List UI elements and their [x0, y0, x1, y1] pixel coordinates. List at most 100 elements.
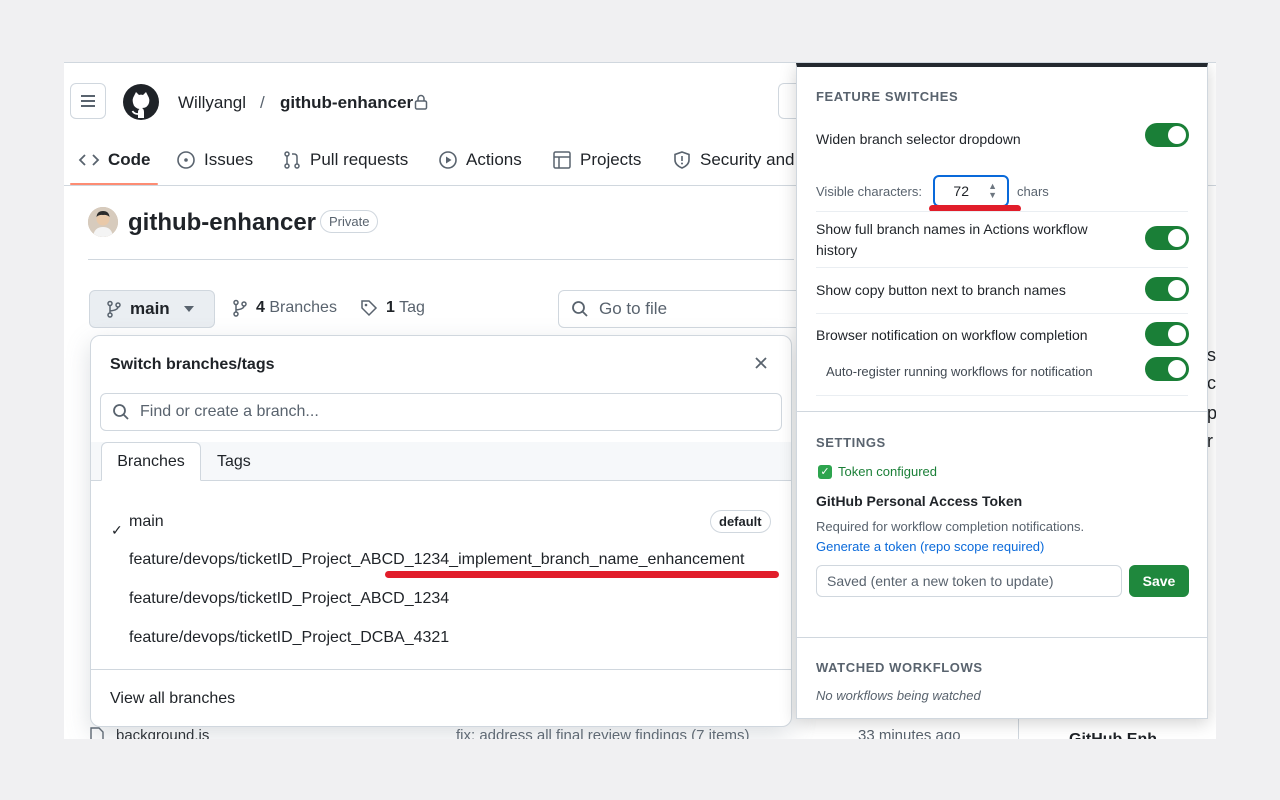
github-logo-icon[interactable] — [122, 83, 160, 121]
visible-chars-value: 72 — [953, 183, 969, 199]
visible-chars-stepper[interactable]: 72 ▲ ▼ — [933, 175, 1009, 207]
branch-selector-button[interactable]: main — [89, 290, 215, 328]
watched-workflows-empty: No workflows being watched — [816, 688, 981, 703]
token-input[interactable]: Saved (enter a new token to update) — [816, 565, 1122, 597]
tab-branches[interactable]: Branches — [101, 442, 201, 481]
tag-count: 1 — [386, 299, 395, 316]
tab-tags[interactable]: Tags — [217, 442, 251, 481]
hamburger-icon — [81, 95, 95, 107]
tab-code[interactable]: Code — [78, 148, 151, 172]
stepper-arrows-icon[interactable]: ▲ ▼ — [988, 182, 997, 200]
active-tab-underline — [70, 183, 158, 185]
tab-pull-requests[interactable]: Pull requests — [282, 148, 408, 172]
tab-issues[interactable]: Issues — [176, 148, 253, 172]
divider — [816, 267, 1188, 268]
tab-actions-label: Actions — [466, 150, 522, 169]
close-icon[interactable] — [754, 356, 768, 370]
code-icon — [78, 154, 100, 166]
chars-unit: chars — [1017, 184, 1049, 199]
watched-workflows-heading: WATCHED WORKFLOWS — [816, 660, 983, 675]
go-to-file-placeholder: Go to file — [599, 299, 668, 318]
owner-avatar[interactable] — [88, 207, 118, 237]
divider — [816, 211, 1188, 212]
search-icon — [113, 404, 129, 420]
breadcrumb-separator: / — [260, 93, 265, 112]
widen-dropdown-toggle[interactable] — [1145, 123, 1189, 147]
about-text-fragment: s — [1207, 345, 1216, 365]
check-box-icon: ✓ — [818, 464, 832, 479]
git-branch-icon — [233, 299, 247, 317]
annotation-underline — [385, 571, 779, 578]
extension-name-fragment: GitHub Enh — [1069, 731, 1157, 739]
shield-icon — [674, 151, 690, 169]
issue-icon — [177, 151, 195, 169]
github-page: Willyangl / github-enhancer Code Issues … — [64, 62, 1216, 739]
branch-item-main[interactable]: main — [129, 513, 164, 531]
lock-icon — [414, 94, 428, 110]
settings-heading: SETTINGS — [816, 435, 886, 450]
auto-register-toggle[interactable] — [1145, 357, 1189, 381]
branches-link[interactable]: 4 Branches — [232, 299, 337, 317]
default-badge: default — [710, 510, 771, 533]
branch-tag-tabs: Branches Tags — [91, 442, 791, 481]
copy-button-toggle[interactable] — [1145, 277, 1189, 301]
tab-projects[interactable]: Projects — [552, 148, 641, 172]
hamburger-menu-button[interactable] — [70, 83, 106, 119]
tags-link[interactable]: 1 Tag — [360, 299, 425, 317]
branch-search-input[interactable]: Find or create a branch... — [100, 393, 782, 431]
divider — [88, 259, 794, 260]
pat-description: Required for workflow completion notific… — [816, 519, 1085, 534]
tab-projects-label: Projects — [580, 150, 642, 169]
git-branch-icon — [107, 300, 121, 318]
table-icon — [553, 151, 571, 169]
repo-owner-link[interactable]: Willyangl — [178, 93, 246, 113]
generate-token-link[interactable]: Generate a token (repo scope required) — [816, 539, 1044, 554]
view-all-branches-link[interactable]: View all branches — [110, 690, 235, 708]
widen-dropdown-label: Widen branch selector dropdown — [816, 131, 1021, 147]
search-icon — [572, 301, 588, 317]
branch-item[interactable]: feature/devops/ticketID_Project_DCBA_432… — [129, 629, 449, 647]
page-title[interactable]: github-enhancer — [128, 209, 316, 237]
section-divider — [797, 411, 1207, 412]
commit-message[interactable]: fix: address all final review findings (… — [456, 727, 749, 739]
checkmark-icon: ✓ — [111, 522, 123, 538]
about-text-fragment: p — [1207, 403, 1216, 424]
tab-issues-label: Issues — [204, 150, 254, 169]
auto-register-label: Auto-register running workflows for noti… — [826, 364, 1093, 379]
current-branch-label: main — [130, 299, 170, 318]
branch-item[interactable]: feature/devops/ticketID_Project_ABCD_123… — [129, 551, 744, 569]
copy-button-label: Show copy button next to branch names — [816, 282, 1066, 298]
divider — [91, 669, 791, 670]
workflow-notification-toggle[interactable] — [1145, 322, 1189, 346]
repo-name-link[interactable]: github-enhancer — [280, 93, 413, 113]
commit-time: 33 minutes ago — [858, 727, 961, 739]
tag-word: Tag — [399, 299, 425, 316]
file-name[interactable]: background.js — [116, 727, 209, 739]
visible-chars-label: Visible characters: — [816, 184, 922, 199]
file-icon — [90, 727, 104, 739]
branch-item[interactable]: feature/devops/ticketID_Project_ABCD_123… — [129, 590, 449, 608]
tab-security[interactable]: Security and — [672, 148, 795, 172]
about-text-fragment: c — [1207, 373, 1216, 393]
tab-pull-requests-label: Pull requests — [310, 150, 409, 169]
workflow-notification-label: Browser notification on workflow complet… — [816, 327, 1088, 343]
tab-actions[interactable]: Actions — [438, 148, 522, 172]
pull-request-icon — [284, 151, 300, 169]
branch-word: Branches — [269, 299, 337, 316]
feature-switches-heading: FEATURE SWITCHES — [816, 89, 959, 104]
tab-security-label: Security and — [700, 150, 795, 169]
go-to-file-input[interactable]: Go to file — [558, 290, 808, 328]
dropdown-title: Switch branches/tags — [110, 356, 275, 373]
tag-icon — [361, 300, 378, 317]
branch-search-placeholder: Find or create a branch... — [140, 403, 319, 420]
token-status-text: Token configured — [838, 464, 938, 479]
extension-settings-panel: FEATURE SWITCHES Widen branch selector d… — [796, 63, 1208, 719]
pat-heading: GitHub Personal Access Token — [816, 493, 1023, 509]
divider — [816, 313, 1188, 314]
full-branch-names-toggle[interactable] — [1145, 226, 1189, 250]
visibility-badge: Private — [320, 210, 379, 233]
save-button[interactable]: Save — [1129, 565, 1189, 597]
play-icon — [439, 151, 457, 169]
token-status: ✓ Token configured — [818, 464, 937, 479]
divider — [816, 395, 1188, 396]
